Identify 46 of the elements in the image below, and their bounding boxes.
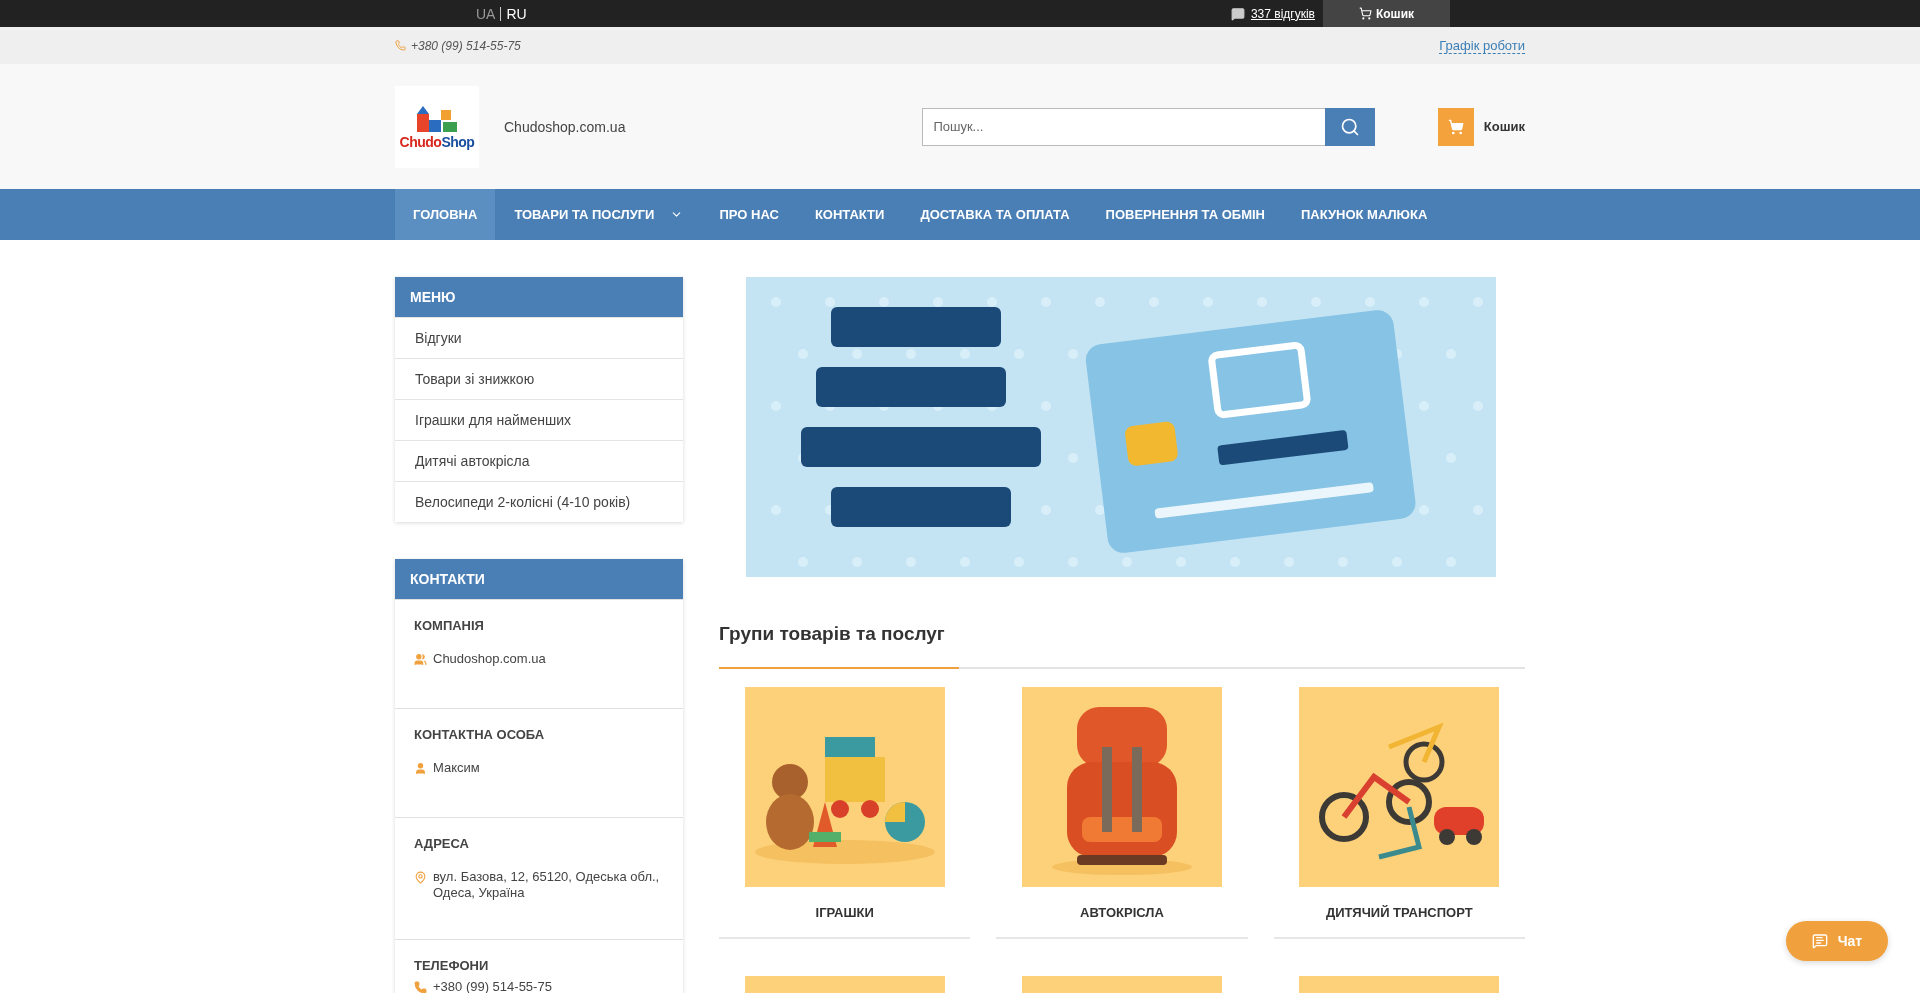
language-link[interactable]: UA <box>471 5 501 22</box>
menu-item[interactable]: Товари зі знижкою <box>395 358 683 399</box>
phone-number: +380 (99) 514-55-75 <box>411 38 521 53</box>
panel-title: КОНТАКТИ <box>395 559 683 599</box>
section-title: КОМПАНІЯ <box>414 618 485 633</box>
nav-item[interactable]: КОНТАКТИ <box>796 189 903 240</box>
section-title: АДРЕСА <box>414 836 470 851</box>
logo[interactable]: ChudoShop <box>395 85 479 168</box>
category-card[interactable]: АВТОКРІСЛА <box>996 687 1248 939</box>
comment-icon <box>1230 6 1245 21</box>
nav-item[interactable]: ПОВЕРНЕННЯ ТА ОБМІН <box>1087 189 1283 240</box>
contact-value: Максим <box>433 760 480 776</box>
panel-title: МЕНЮ <box>395 277 683 317</box>
search-button[interactable] <box>1325 107 1376 146</box>
menu-item[interactable]: Дитячі автокрісла <box>395 440 683 481</box>
users-icon <box>414 653 427 666</box>
map-pin-icon <box>414 871 427 884</box>
nav-item[interactable]: ПАКУНОК МАЛЮКА <box>1283 189 1446 240</box>
cart-icon <box>1447 118 1464 135</box>
category-card[interactable]: ІГРАШКИ <box>719 687 971 939</box>
search-icon <box>1340 116 1361 137</box>
nav-item[interactable]: ТОВАРИ ТА ПОСЛУГИ <box>496 189 702 240</box>
phone-icon <box>395 40 406 51</box>
nav-item[interactable]: ДОСТАВКА ТА ОПЛАТА <box>902 189 1088 240</box>
section-title: КОНТАКТНА ОСОБА <box>414 727 546 742</box>
contact-value: Chudoshop.com.ua <box>433 651 546 667</box>
user-icon <box>414 762 427 775</box>
category-card[interactable]: ДИТЯЧИЙ ТРАНСПОРТ <box>1273 687 1525 939</box>
section-title: ТЕЛЕФОНИ <box>414 958 490 973</box>
cart-tab[interactable]: Кошик <box>1323 0 1450 27</box>
menu-item[interactable]: Велосипеди 2-колісні (4-10 років) <box>395 481 683 522</box>
contact-value: +380 (99) 514-55-75 <box>433 979 552 993</box>
menu-item[interactable]: Іграшки для найменших <box>395 399 683 440</box>
cart-icon <box>1358 7 1372 20</box>
schedule-link[interactable]: Графік роботи <box>1439 37 1525 54</box>
section-heading: Групи товарів та послуг <box>719 623 946 645</box>
site-name: Chudoshop.com.ua <box>504 118 626 135</box>
reviews-link[interactable]: 337 відгуків <box>1250 6 1315 21</box>
chat-icon <box>1811 933 1828 949</box>
language-link[interactable]: RU <box>501 5 532 22</box>
search-field[interactable]: Пошук... <box>922 107 1326 146</box>
contact-value: вул. Базова, 12, 65120, Одеська обл., Одеса, Україна <box>433 869 661 901</box>
nav-item[interactable]: ПРО НАС <box>701 189 797 240</box>
cart-button[interactable]: Кошик <box>1437 107 1525 146</box>
menu-item[interactable]: Відгуки <box>395 317 683 358</box>
phone-icon <box>414 981 427 993</box>
